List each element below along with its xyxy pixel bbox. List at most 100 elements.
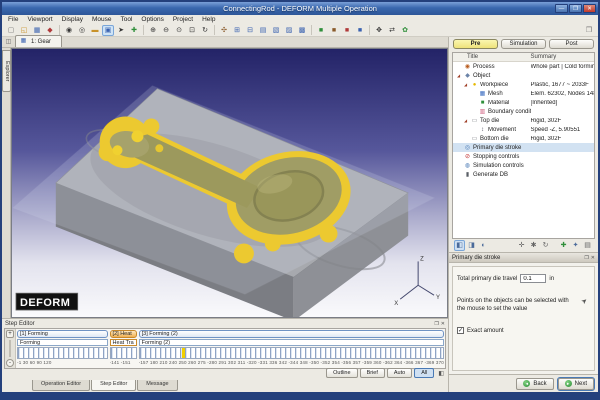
operation-box-forming2[interactable]: [3] Forming (2) (139, 330, 444, 338)
menu-mouse[interactable]: Mouse (92, 16, 112, 23)
next-button[interactable]: ► Next (558, 378, 594, 390)
operation-name-forming2[interactable]: Forming (2) (139, 339, 444, 347)
menu-file[interactable]: File (8, 16, 18, 23)
view-shaded-icon[interactable]: ◨ (466, 240, 477, 251)
view-wireframe-icon[interactable]: ◐ (478, 240, 489, 251)
maximize-button[interactable]: ❐ (569, 4, 582, 13)
viewport-tab-gear[interactable]: ▦ 1: Gear (15, 35, 62, 47)
tree-row-boundary-conditions[interactable]: ▥Boundary conditions (453, 107, 594, 116)
expander-icon[interactable] (464, 118, 469, 123)
viewport-layout-icon[interactable]: ◫ (4, 38, 13, 47)
zoom-window-icon[interactable]: ⊡ (186, 25, 198, 36)
back-button[interactable]: ◄ Back (516, 378, 553, 390)
snapshot-icon[interactable]: ◉ (63, 25, 75, 36)
menu-viewport[interactable]: Viewport (27, 16, 52, 23)
measure-icon[interactable]: ✛ (516, 240, 527, 251)
menu-tool[interactable]: Tool (120, 16, 132, 23)
minimize-button[interactable]: — (555, 4, 568, 13)
zoom-fit-icon[interactable]: ⊙ (173, 25, 185, 36)
zoom-out-icon[interactable]: ⊖ (160, 25, 172, 36)
mesh-diag-icon[interactable]: ▧ (270, 25, 282, 36)
rotate-view-icon[interactable]: ↻ (199, 25, 211, 36)
timeline-ruler-3[interactable] (139, 347, 444, 359)
palette-icon[interactable]: ▬ (89, 25, 101, 36)
timeline-ruler-1[interactable] (17, 347, 108, 359)
title-bar[interactable]: ConnectingRod - DEFORM Multiple Operatio… (2, 2, 598, 15)
new-icon[interactable]: ▢ (5, 25, 17, 36)
mesh-cross-icon[interactable]: ▨ (283, 25, 295, 36)
mesh-grid-icon[interactable]: ⊞ (231, 25, 243, 36)
menu-project[interactable]: Project (173, 16, 193, 23)
panel-detach-icon[interactable]: ❒ (583, 25, 595, 36)
close-icon[interactable]: ✕ (591, 255, 595, 261)
save-icon[interactable]: ▦ (31, 25, 43, 36)
tab-operation-editor[interactable]: Operation Editor (32, 380, 90, 391)
operation-box-forming[interactable]: [1] Forming (17, 330, 108, 338)
timeline-ruler-2[interactable] (110, 347, 137, 359)
mesh-coarse-icon[interactable]: ⊟ (244, 25, 256, 36)
tab-pre[interactable]: Pre (453, 39, 498, 49)
pin-icon[interactable]: ❐ (434, 321, 438, 327)
cube-brown-icon[interactable]: ■ (328, 25, 340, 36)
tool-flower-icon[interactable]: ✿ (399, 25, 411, 36)
timeline-zoom-slider[interactable] (9, 340, 11, 357)
mesh-layers-icon[interactable]: ▤ (257, 25, 269, 36)
brief-button[interactable]: Brief (360, 368, 385, 378)
mesh-dense-icon[interactable]: ▩ (296, 25, 308, 36)
tree-row-movement[interactable]: ↕Movement Speed -Z, 5.90551 (453, 125, 594, 134)
operation-box-heat[interactable]: [2] Heat (110, 330, 137, 338)
tab-step-editor[interactable]: Step Editor (91, 380, 136, 391)
print-icon[interactable]: ▤ (582, 240, 593, 251)
tree-row-simulation-controls[interactable]: ◍Simulation controls (453, 161, 594, 170)
tab-simulation[interactable]: Simulation (501, 39, 546, 49)
timeline-zoom-out-button[interactable]: - (6, 359, 14, 367)
tree-row-top-die[interactable]: ▭Top die Rigid, 302F (453, 116, 594, 125)
import-icon[interactable]: ◆ (44, 25, 56, 36)
expander-icon[interactable] (464, 82, 469, 87)
zoom-in-icon[interactable]: ⊕ (147, 25, 159, 36)
all-button[interactable]: All (414, 368, 434, 378)
swap-icon[interactable]: ⇄ (386, 25, 398, 36)
close-icon[interactable]: ✕ (441, 321, 445, 327)
exact-amount-checkbox[interactable]: ✓ (457, 327, 464, 334)
viewport-3d[interactable]: DEFORM Z X Y (11, 48, 448, 318)
tab-message[interactable]: Message (137, 380, 177, 391)
tree-row-bottom-die[interactable]: ▭Bottom die Rigid, 302F (453, 134, 594, 143)
select-mode-icon[interactable]: ▣ (102, 25, 114, 36)
tree-row-stopping-controls[interactable]: ⊘Stopping controls (453, 152, 594, 161)
object-tree-icon[interactable]: ✦ (570, 240, 581, 251)
auto-button[interactable]: Auto (387, 368, 412, 378)
move-icon[interactable]: ✥ (373, 25, 385, 36)
cube-blue-icon[interactable]: ■ (354, 25, 366, 36)
add-icon[interactable]: ✚ (128, 25, 140, 36)
open-icon[interactable]: ◱ (18, 25, 30, 36)
travel-input[interactable] (520, 274, 546, 283)
outline-button[interactable]: Outline (326, 368, 357, 378)
operation-name-forming[interactable]: Forming (17, 339, 108, 347)
timeline-zoom-in-button[interactable]: + (6, 330, 14, 338)
tree-row-material[interactable]: ■Material [Inherited] (453, 98, 594, 107)
explorer-vertical-tab[interactable]: Explorer (2, 50, 11, 92)
panel-grip-icon[interactable]: ◧ (438, 370, 444, 377)
tree-row-process[interactable]: ◉Process Whole part | Cold forming (453, 62, 594, 71)
add-object-icon[interactable]: ✚ (558, 240, 569, 251)
tree-row-object[interactable]: ◆Object (453, 71, 594, 80)
tree-row-generate-db[interactable]: ▮Generate DB (453, 170, 594, 179)
pin-icon[interactable]: ❐ (584, 255, 588, 261)
menu-display[interactable]: Display (62, 16, 83, 23)
refresh-icon[interactable]: ↻ (540, 240, 551, 251)
record-icon[interactable]: ◎ (76, 25, 88, 36)
expander-icon[interactable] (457, 73, 462, 78)
pick-cursor-icon[interactable]: ➤ (115, 25, 127, 36)
menu-options[interactable]: Options (141, 16, 163, 23)
operation-name-heat[interactable]: Heat Tra (110, 339, 137, 347)
tree-row-mesh[interactable]: ▦Mesh Elem. 62302, Nodes 14854 (453, 89, 594, 98)
cube-red-icon[interactable]: ■ (341, 25, 353, 36)
object-pair-icon[interactable]: ✣ (218, 25, 230, 36)
close-button[interactable]: ✕ (583, 4, 596, 13)
view-objects-icon[interactable]: ◧ (454, 240, 465, 251)
menu-help[interactable]: Help (202, 16, 215, 23)
tree-row-primary-die-stroke[interactable]: ◎Primary die stroke (453, 143, 594, 152)
current-step-marker[interactable] (182, 348, 185, 358)
tree-row-workpiece[interactable]: ●Workpiece Plastic, 1677 ~ 2033F (453, 80, 594, 89)
